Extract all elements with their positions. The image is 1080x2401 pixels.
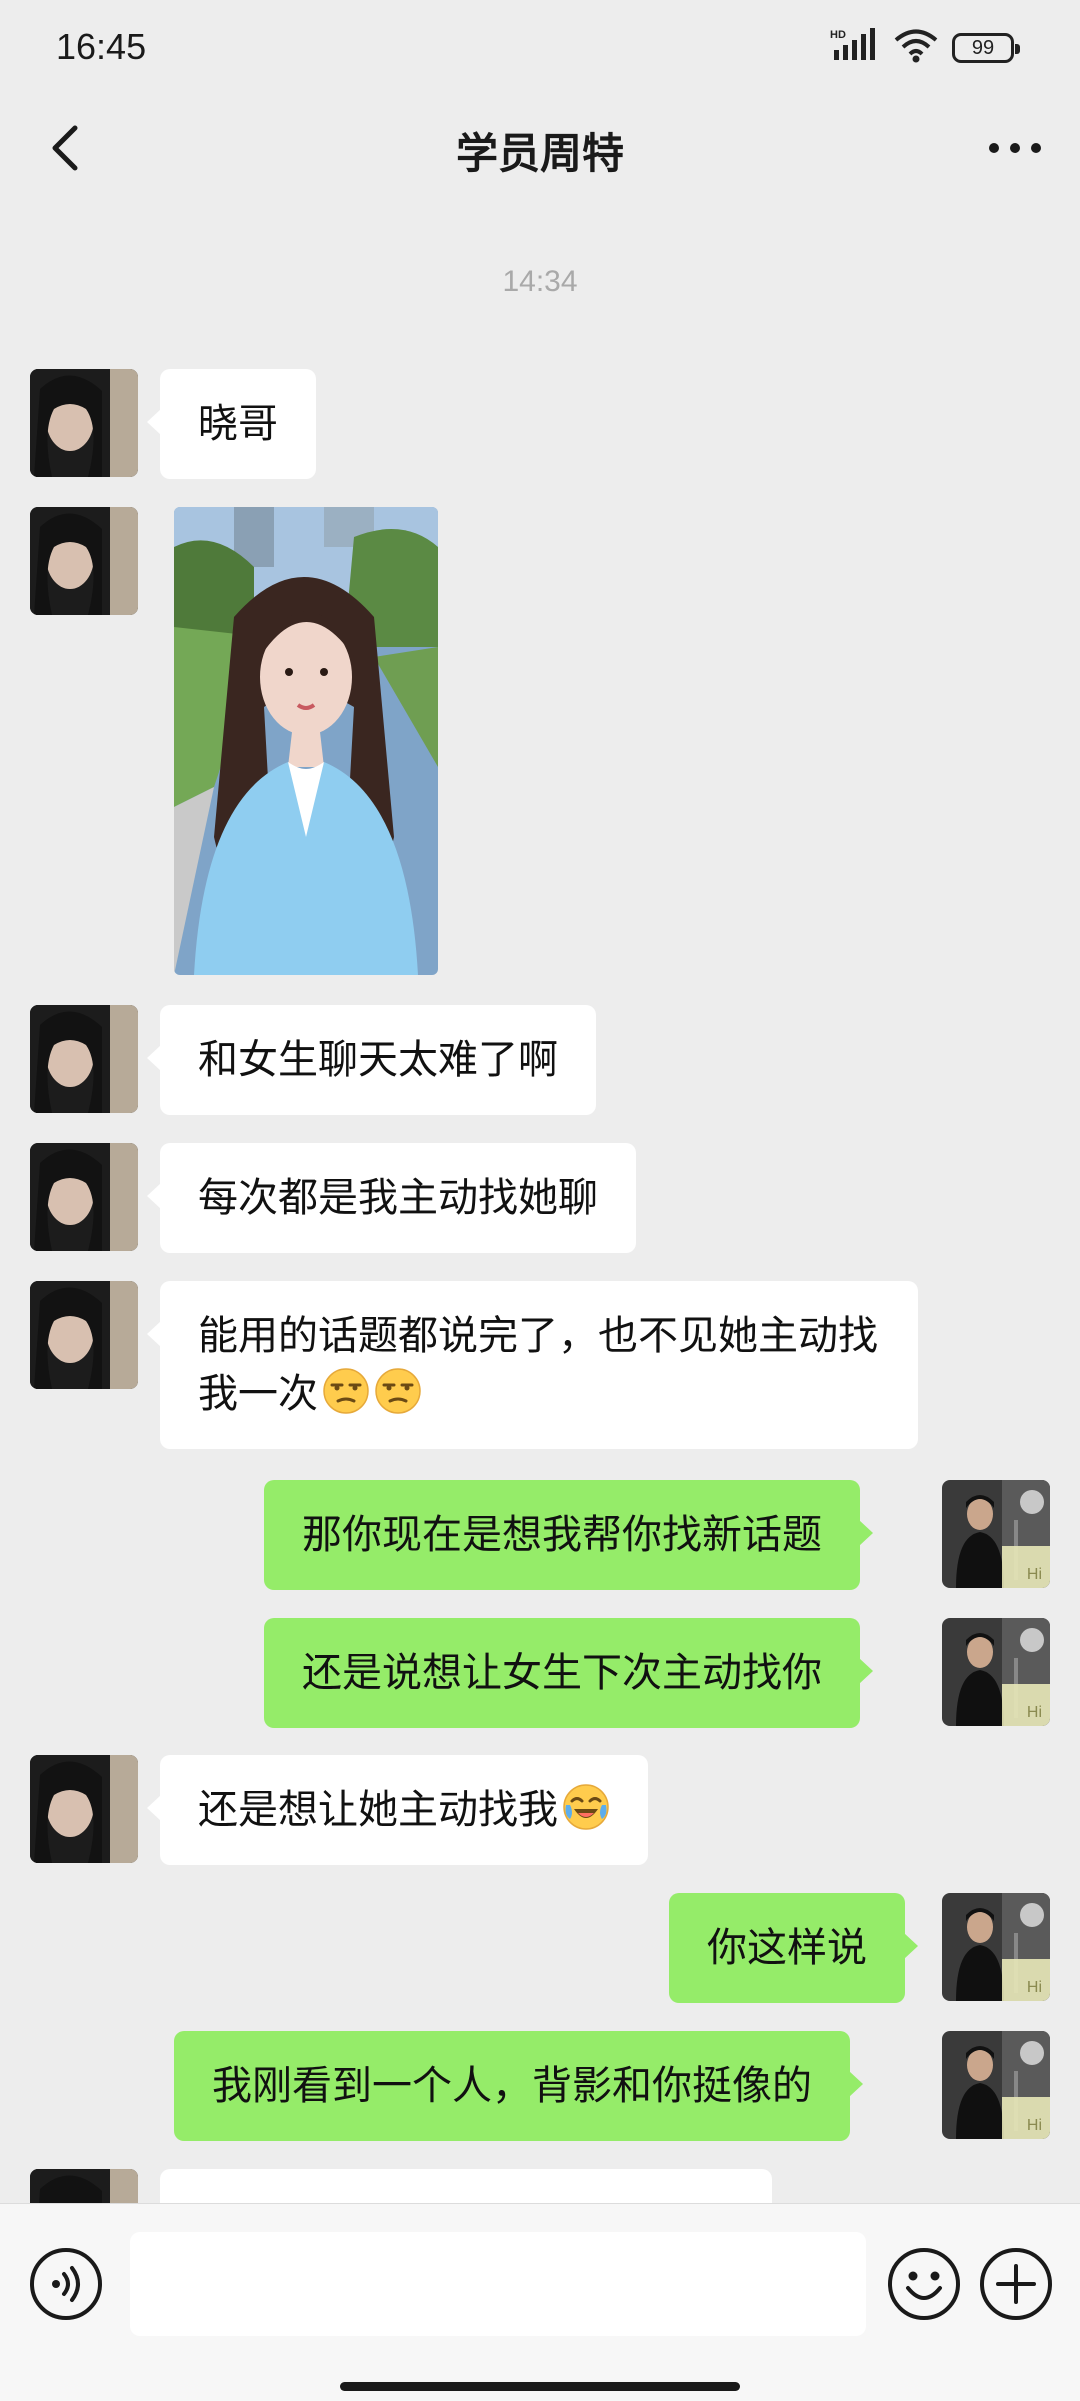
emoji-button[interactable] xyxy=(886,2246,962,2322)
message-input[interactable] xyxy=(130,2232,866,2336)
contact-avatar[interactable] xyxy=(30,1143,138,1251)
message-text: 你这样说 xyxy=(707,1925,867,1971)
message-text: 每次都是我主动找她聊 xyxy=(198,1175,598,1221)
contact-avatar[interactable] xyxy=(30,507,138,615)
contact-avatar[interactable] xyxy=(30,1005,138,1113)
image-message[interactable] xyxy=(174,507,438,975)
voice-input-button[interactable] xyxy=(28,2246,104,2322)
avatar-badge: Hi xyxy=(1026,1979,1042,1996)
contact-avatar[interactable] xyxy=(30,2169,138,2203)
avatar-badge: Hi xyxy=(1026,2117,1042,2134)
smiley-icon xyxy=(888,2248,960,2320)
avatar-badge: Hi xyxy=(1026,1704,1042,1721)
message-text: 晓哥 xyxy=(198,401,278,447)
outgoing-message-bubble[interactable]: 我刚看到一个人，背影和你挺像的 xyxy=(174,2031,863,2141)
message-timestamp: 14:34 xyxy=(502,265,578,298)
incoming-message-bubble[interactable]: 能用的话题都说完了，也不见她主动找我一次 xyxy=(147,1281,918,1449)
voice-icon xyxy=(30,2248,102,2320)
chat-header: 学员周特 xyxy=(0,100,1080,195)
contact-avatar[interactable] xyxy=(30,1755,138,1863)
message-text: 和女生聊天太难了啊 xyxy=(198,1037,558,1083)
incoming-message-bubble[interactable]: 晓哥 xyxy=(147,369,316,479)
outgoing-message-bubble[interactable]: 那你现在是想我帮你找新话题 xyxy=(264,1480,873,1590)
more-features-button[interactable] xyxy=(978,2246,1054,2322)
more-options-button[interactable] xyxy=(980,118,1050,178)
message-input-bar xyxy=(0,2203,1080,2401)
wifi-icon xyxy=(894,29,938,67)
network-type-label: HD xyxy=(830,29,846,41)
status-time: 16:45 xyxy=(56,26,147,67)
avatar-badge: Hi xyxy=(1026,1566,1042,1583)
user-avatar[interactable]: Hi xyxy=(942,1480,1050,1588)
outgoing-message-bubble[interactable]: 你这样说 xyxy=(669,1893,918,2003)
incoming-message-bubble[interactable]: 还是想让她主动找我 xyxy=(147,1755,648,1865)
battery-level: 99 xyxy=(971,36,995,59)
status-bar: 16:45 HD 99 xyxy=(0,0,1080,100)
user-avatar[interactable]: Hi xyxy=(942,2031,1050,2139)
message-text: 能用的话题都说完了，也不见她主动找我一次 xyxy=(198,1313,878,1417)
user-avatar[interactable]: Hi xyxy=(942,1893,1050,2001)
message-text: 还是说想让女生下次主动找你 xyxy=(302,1650,822,1696)
home-indicator[interactable] xyxy=(340,2382,740,2391)
chat-message-list[interactable]: 14:34 晓哥 和女生聊天太难了啊 每次都是我主动找她聊 能用的话题都说完了，… xyxy=(0,195,1080,2203)
outgoing-message-bubble[interactable]: 还是说想让女生下次主动找你 xyxy=(264,1618,873,1728)
message-text: 我刚看到一个人，背影和你挺像的 xyxy=(212,2063,812,2109)
incoming-message-bubble[interactable] xyxy=(160,2169,772,2203)
face-with-tears-of-joy-icon xyxy=(562,1783,610,1831)
contact-avatar[interactable] xyxy=(30,369,138,477)
message-text: 还是想让她主动找我 xyxy=(198,1787,558,1833)
contact-avatar[interactable] xyxy=(30,1281,138,1389)
plus-icon xyxy=(980,2248,1052,2320)
user-avatar[interactable]: Hi xyxy=(942,1618,1050,1726)
status-icons: HD 99 xyxy=(830,28,1020,68)
battery-icon: 99 xyxy=(952,33,1020,63)
signal-icon: HD xyxy=(830,28,880,68)
page-title: 学员周特 xyxy=(455,129,624,178)
unamused-face-icon xyxy=(374,1367,422,1415)
incoming-message-bubble[interactable]: 和女生聊天太难了啊 xyxy=(147,1005,596,1115)
unamused-face-icon xyxy=(322,1367,370,1415)
incoming-message-bubble[interactable]: 每次都是我主动找她聊 xyxy=(147,1143,636,1253)
message-text: 那你现在是想我帮你找新话题 xyxy=(302,1512,822,1558)
more-dots-icon xyxy=(989,143,1041,153)
photo-thumbnail xyxy=(174,507,438,975)
